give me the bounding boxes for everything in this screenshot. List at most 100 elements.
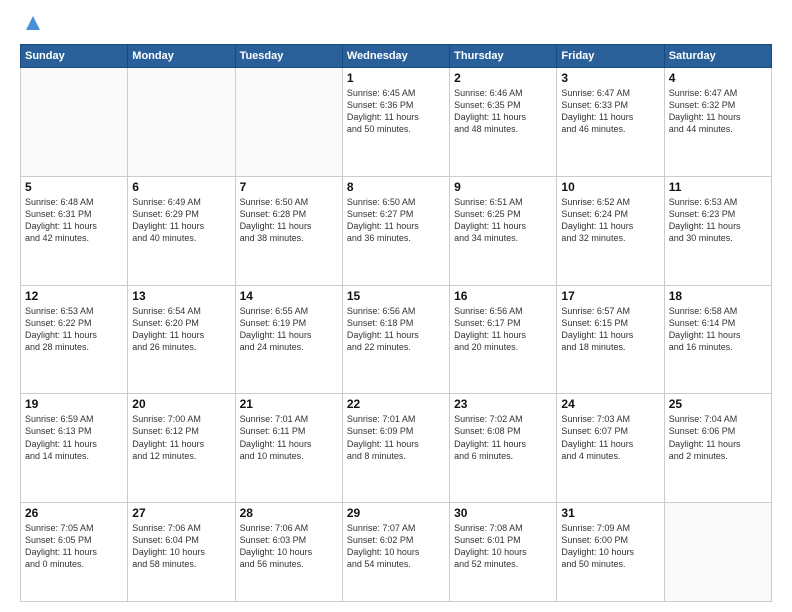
day-info: Sunrise: 7:05 AM Sunset: 6:05 PM Dayligh… [25, 522, 123, 571]
calendar-cell: 21 Sunrise: 7:01 AM Sunset: 6:11 PM Dayli… [235, 394, 342, 503]
day-number: 26 [25, 506, 123, 520]
day-info: Sunrise: 6:50 AM Sunset: 6:28 PM Dayligh… [240, 196, 338, 245]
day-info: Sunrise: 6:45 AM Sunset: 6:36 PM Dayligh… [347, 87, 445, 136]
calendar-cell [235, 68, 342, 177]
day-number: 30 [454, 506, 552, 520]
day-number: 27 [132, 506, 230, 520]
day-info: Sunrise: 7:01 AM Sunset: 6:11 PM Dayligh… [240, 413, 338, 462]
page: SundayMondayTuesdayWednesdayThursdayFrid… [0, 0, 792, 612]
weekday-header-saturday: Saturday [664, 45, 771, 68]
day-info: Sunrise: 6:58 AM Sunset: 6:14 PM Dayligh… [669, 305, 767, 354]
day-info: Sunrise: 6:54 AM Sunset: 6:20 PM Dayligh… [132, 305, 230, 354]
calendar-cell: 14Sunrise: 6:55 AM Sunset: 6:19 PM Dayli… [235, 285, 342, 394]
calendar-cell: 19 Sunrise: 6:59 AM Sunset: 6:13 PM Dayli… [21, 394, 128, 503]
calendar-cell: 7 Sunrise: 6:50 AM Sunset: 6:28 PM Daylig… [235, 176, 342, 285]
calendar-cell: 5 Sunrise: 6:48 AM Sunset: 6:31 PM Daylig… [21, 176, 128, 285]
day-number: 10 [561, 180, 659, 194]
day-number: 5 [25, 180, 123, 194]
day-info: Sunrise: 7:00 AM Sunset: 6:12 PM Dayligh… [132, 413, 230, 462]
day-number: 23 [454, 397, 552, 411]
logo [20, 16, 44, 34]
calendar-cell: 11 Sunrise: 6:53 AM Sunset: 6:23 PM Dayli… [664, 176, 771, 285]
calendar-cell: 29 Sunrise: 7:07 AM Sunset: 6:02 PM Dayli… [342, 503, 449, 602]
day-number: 1 [347, 71, 445, 85]
calendar-cell: 23Sunrise: 7:02 AM Sunset: 6:08 PM Dayli… [450, 394, 557, 503]
calendar-week-2: 5 Sunrise: 6:48 AM Sunset: 6:31 PM Daylig… [21, 176, 772, 285]
day-number: 9 [454, 180, 552, 194]
calendar-table: SundayMondayTuesdayWednesdayThursdayFrid… [20, 44, 772, 602]
day-info: Sunrise: 7:06 AM Sunset: 6:03 PM Dayligh… [240, 522, 338, 571]
day-number: 12 [25, 289, 123, 303]
day-number: 25 [669, 397, 767, 411]
day-info: Sunrise: 6:49 AM Sunset: 6:29 PM Dayligh… [132, 196, 230, 245]
day-info: Sunrise: 6:48 AM Sunset: 6:31 PM Dayligh… [25, 196, 123, 245]
calendar-cell: 27 Sunrise: 7:06 AM Sunset: 6:04 PM Dayli… [128, 503, 235, 602]
weekday-header-monday: Monday [128, 45, 235, 68]
calendar-cell: 25 Sunrise: 7:04 AM Sunset: 6:06 PM Dayli… [664, 394, 771, 503]
calendar-cell: 1 Sunrise: 6:45 AM Sunset: 6:36 PM Daylig… [342, 68, 449, 177]
calendar-week-1: 1 Sunrise: 6:45 AM Sunset: 6:36 PM Daylig… [21, 68, 772, 177]
calendar-cell [21, 68, 128, 177]
day-number: 3 [561, 71, 659, 85]
weekday-header-row: SundayMondayTuesdayWednesdayThursdayFrid… [21, 45, 772, 68]
day-info: Sunrise: 6:57 AM Sunset: 6:15 PM Dayligh… [561, 305, 659, 354]
day-number: 29 [347, 506, 445, 520]
day-info: Sunrise: 7:04 AM Sunset: 6:06 PM Dayligh… [669, 413, 767, 462]
calendar-cell: 20 Sunrise: 7:00 AM Sunset: 6:12 PM Dayli… [128, 394, 235, 503]
day-number: 7 [240, 180, 338, 194]
weekday-header-thursday: Thursday [450, 45, 557, 68]
day-info: Sunrise: 7:07 AM Sunset: 6:02 PM Dayligh… [347, 522, 445, 571]
calendar-cell: 15Sunrise: 6:56 AM Sunset: 6:18 PM Dayli… [342, 285, 449, 394]
day-number: 2 [454, 71, 552, 85]
day-info: Sunrise: 6:50 AM Sunset: 6:27 PM Dayligh… [347, 196, 445, 245]
calendar-cell: 30Sunrise: 7:08 AM Sunset: 6:01 PM Dayli… [450, 503, 557, 602]
day-number: 8 [347, 180, 445, 194]
day-number: 28 [240, 506, 338, 520]
calendar-cell: 2 Sunrise: 6:46 AM Sunset: 6:35 PM Daylig… [450, 68, 557, 177]
calendar-cell [128, 68, 235, 177]
day-number: 6 [132, 180, 230, 194]
day-number: 13 [132, 289, 230, 303]
day-number: 15 [347, 289, 445, 303]
day-info: Sunrise: 6:52 AM Sunset: 6:24 PM Dayligh… [561, 196, 659, 245]
day-info: Sunrise: 7:09 AM Sunset: 6:00 PM Dayligh… [561, 522, 659, 571]
day-number: 31 [561, 506, 659, 520]
calendar-cell: 9 Sunrise: 6:51 AM Sunset: 6:25 PM Daylig… [450, 176, 557, 285]
day-info: Sunrise: 6:46 AM Sunset: 6:35 PM Dayligh… [454, 87, 552, 136]
day-info: Sunrise: 6:55 AM Sunset: 6:19 PM Dayligh… [240, 305, 338, 354]
day-info: Sunrise: 6:51 AM Sunset: 6:25 PM Dayligh… [454, 196, 552, 245]
day-number: 24 [561, 397, 659, 411]
day-number: 21 [240, 397, 338, 411]
calendar-cell: 13 Sunrise: 6:54 AM Sunset: 6:20 PM Dayli… [128, 285, 235, 394]
day-info: Sunrise: 6:47 AM Sunset: 6:33 PM Dayligh… [561, 87, 659, 136]
day-number: 20 [132, 397, 230, 411]
calendar-cell: 24 Sunrise: 7:03 AM Sunset: 6:07 PM Dayli… [557, 394, 664, 503]
calendar-cell: 4Sunrise: 6:47 AM Sunset: 6:32 PM Daylig… [664, 68, 771, 177]
header [20, 16, 772, 34]
calendar-cell: 12 Sunrise: 6:53 AM Sunset: 6:22 PM Dayli… [21, 285, 128, 394]
calendar-cell: 28 Sunrise: 7:06 AM Sunset: 6:03 PM Dayli… [235, 503, 342, 602]
calendar-cell: 3 Sunrise: 6:47 AM Sunset: 6:33 PM Daylig… [557, 68, 664, 177]
day-info: Sunrise: 6:59 AM Sunset: 6:13 PM Dayligh… [25, 413, 123, 462]
day-number: 19 [25, 397, 123, 411]
day-info: Sunrise: 7:06 AM Sunset: 6:04 PM Dayligh… [132, 522, 230, 571]
day-number: 22 [347, 397, 445, 411]
day-info: Sunrise: 6:53 AM Sunset: 6:23 PM Dayligh… [669, 196, 767, 245]
calendar-cell: 6 Sunrise: 6:49 AM Sunset: 6:29 PM Daylig… [128, 176, 235, 285]
day-info: Sunrise: 6:56 AM Sunset: 6:17 PM Dayligh… [454, 305, 552, 354]
day-info: Sunrise: 6:53 AM Sunset: 6:22 PM Dayligh… [25, 305, 123, 354]
calendar-cell: 17 Sunrise: 6:57 AM Sunset: 6:15 PM Dayli… [557, 285, 664, 394]
day-number: 11 [669, 180, 767, 194]
day-info: Sunrise: 6:47 AM Sunset: 6:32 PM Dayligh… [669, 87, 767, 136]
calendar-week-4: 19 Sunrise: 6:59 AM Sunset: 6:13 PM Dayli… [21, 394, 772, 503]
day-info: Sunrise: 7:03 AM Sunset: 6:07 PM Dayligh… [561, 413, 659, 462]
calendar-week-3: 12 Sunrise: 6:53 AM Sunset: 6:22 PM Dayli… [21, 285, 772, 394]
calendar-cell: 18 Sunrise: 6:58 AM Sunset: 6:14 PM Dayli… [664, 285, 771, 394]
calendar-cell: 22Sunrise: 7:01 AM Sunset: 6:09 PM Dayli… [342, 394, 449, 503]
calendar-cell: 31 Sunrise: 7:09 AM Sunset: 6:00 PM Dayli… [557, 503, 664, 602]
calendar-cell: 8 Sunrise: 6:50 AM Sunset: 6:27 PM Daylig… [342, 176, 449, 285]
day-number: 18 [669, 289, 767, 303]
weekday-header-sunday: Sunday [21, 45, 128, 68]
day-number: 17 [561, 289, 659, 303]
calendar-cell: 10 Sunrise: 6:52 AM Sunset: 6:24 PM Dayli… [557, 176, 664, 285]
